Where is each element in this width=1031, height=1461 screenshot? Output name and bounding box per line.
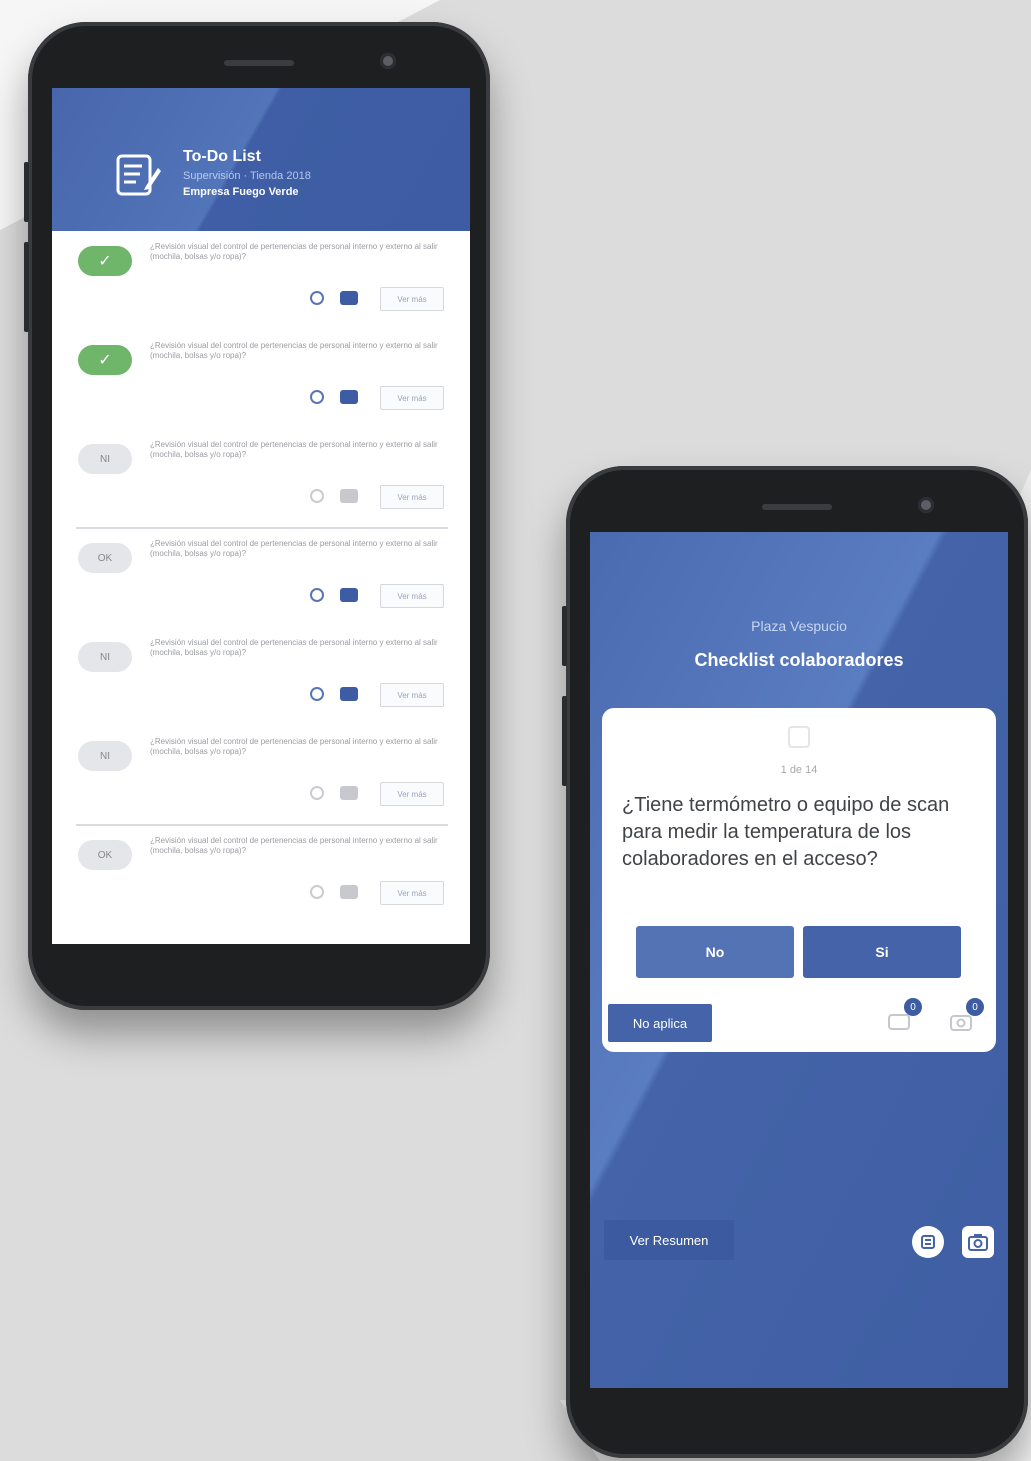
comment-count-badge: 0: [904, 998, 922, 1016]
status-pill[interactable]: NI: [78, 642, 132, 672]
phone-left: To-Do List Supervisión · Tienda 2018 Emp…: [24, 22, 490, 1010]
side-button: [24, 242, 29, 332]
checklist-title: Checklist colaboradores: [694, 650, 904, 670]
checklist-icon: [116, 154, 161, 196]
task-row[interactable]: NI ¿Revisión visual del control de perten…: [52, 634, 470, 733]
answer-no-button[interactable]: No: [636, 926, 794, 978]
phone-speaker: [762, 504, 832, 510]
done-check-icon[interactable]: ✓: [78, 246, 132, 276]
camera-icon[interactable]: [962, 1226, 994, 1258]
ver-mas-button[interactable]: Ver más: [380, 287, 444, 311]
done-check-icon[interactable]: ✓: [78, 345, 132, 375]
task-divider: [76, 824, 448, 826]
task-question: ¿Revisión visual del control de pertenen…: [150, 242, 438, 261]
card-handle-icon: [788, 726, 810, 748]
camera-icon[interactable]: [340, 786, 358, 800]
info-icon[interactable]: [310, 687, 324, 701]
ver-mas-button[interactable]: Ver más: [380, 584, 444, 608]
info-icon[interactable]: [310, 588, 324, 602]
no-aplica-button[interactable]: No aplica: [608, 1004, 712, 1042]
photo-icon[interactable]: [950, 1012, 972, 1032]
ver-mas-button[interactable]: Ver más: [380, 683, 444, 707]
comment-icon[interactable]: [888, 1012, 910, 1032]
task-question: ¿Revisión visual del control de pertenen…: [150, 440, 438, 459]
status-pill[interactable]: OK: [78, 840, 132, 870]
camera-icon[interactable]: [340, 687, 358, 701]
answer-si-button[interactable]: Si: [803, 926, 961, 978]
ver-mas-button[interactable]: Ver más: [380, 782, 444, 806]
ver-mas-button[interactable]: Ver más: [380, 386, 444, 410]
camera-icon[interactable]: [340, 390, 358, 404]
task-row[interactable]: ✓ ¿Revisión visual del control de pertene…: [52, 337, 470, 436]
task-question: ¿Revisión visual del control de pertenen…: [150, 737, 438, 756]
status-pill[interactable]: NI: [78, 444, 132, 474]
info-icon[interactable]: [310, 390, 324, 404]
todo-screen: To-Do List Supervisión · Tienda 2018 Emp…: [52, 88, 470, 944]
task-divider: [76, 527, 448, 529]
side-button: [24, 162, 29, 222]
task-row[interactable]: NI ¿Revisión visual del control de perten…: [52, 733, 470, 832]
info-icon[interactable]: [310, 786, 324, 800]
camera-icon[interactable]: [340, 291, 358, 305]
info-icon[interactable]: [310, 489, 324, 503]
ver-mas-button[interactable]: Ver más: [380, 881, 444, 905]
info-icon[interactable]: [310, 291, 324, 305]
ver-mas-button[interactable]: Ver más: [380, 485, 444, 509]
status-pill[interactable]: NI: [78, 741, 132, 771]
task-question: ¿Revisión visual del control de pertenen…: [150, 638, 438, 657]
task-row[interactable]: OK ¿Revisión visual del control de perten…: [52, 832, 470, 931]
checklist-screen: Plaza Vespucio Checklist colaboradores 1…: [590, 532, 1008, 1388]
task-question: ¿Revisión visual del control de pertenen…: [150, 539, 438, 558]
todo-company: Empresa Fuego Verde: [183, 186, 299, 198]
place-name: Plaza Vespucio: [751, 618, 847, 634]
question-card: 1 de 14 ¿Tiene termómetro o equipo de sc…: [602, 708, 996, 1052]
camera-icon[interactable]: [340, 489, 358, 503]
camera-icon[interactable]: [340, 885, 358, 899]
camera-icon[interactable]: [340, 588, 358, 602]
task-row[interactable]: ✓ ¿Revisión visual del control de pertene…: [52, 238, 470, 337]
side-button: [562, 696, 567, 786]
question-counter: 1 de 14: [780, 764, 818, 776]
ver-resumen-button[interactable]: Ver Resumen: [604, 1220, 734, 1260]
task-row[interactable]: OK ¿Revisión visual del control de perten…: [52, 535, 470, 634]
side-button: [562, 606, 567, 666]
question-text: ¿Tiene termómetro o equipo de scan para …: [622, 794, 950, 870]
task-question: ¿Revisión visual del control de pertenen…: [150, 836, 438, 855]
phone-right: Plaza Vespucio Checklist colaboradores 1…: [562, 466, 1028, 1458]
status-pill[interactable]: OK: [78, 543, 132, 573]
photo-count-badge: 0: [966, 998, 984, 1016]
task-question: ¿Revisión visual del control de pertenen…: [150, 341, 438, 360]
todo-title: To-Do List: [183, 148, 261, 165]
todo-header: To-Do List Supervisión · Tienda 2018 Emp…: [52, 88, 470, 231]
todo-subtitle: Supervisión · Tienda 2018: [183, 170, 311, 182]
info-icon[interactable]: [310, 885, 324, 899]
phone-speaker: [224, 60, 294, 66]
task-row[interactable]: NI ¿Revisión visual del control de perten…: [52, 436, 470, 535]
front-camera: [918, 497, 934, 513]
front-camera: [380, 53, 396, 69]
list-icon[interactable]: [912, 1226, 944, 1258]
